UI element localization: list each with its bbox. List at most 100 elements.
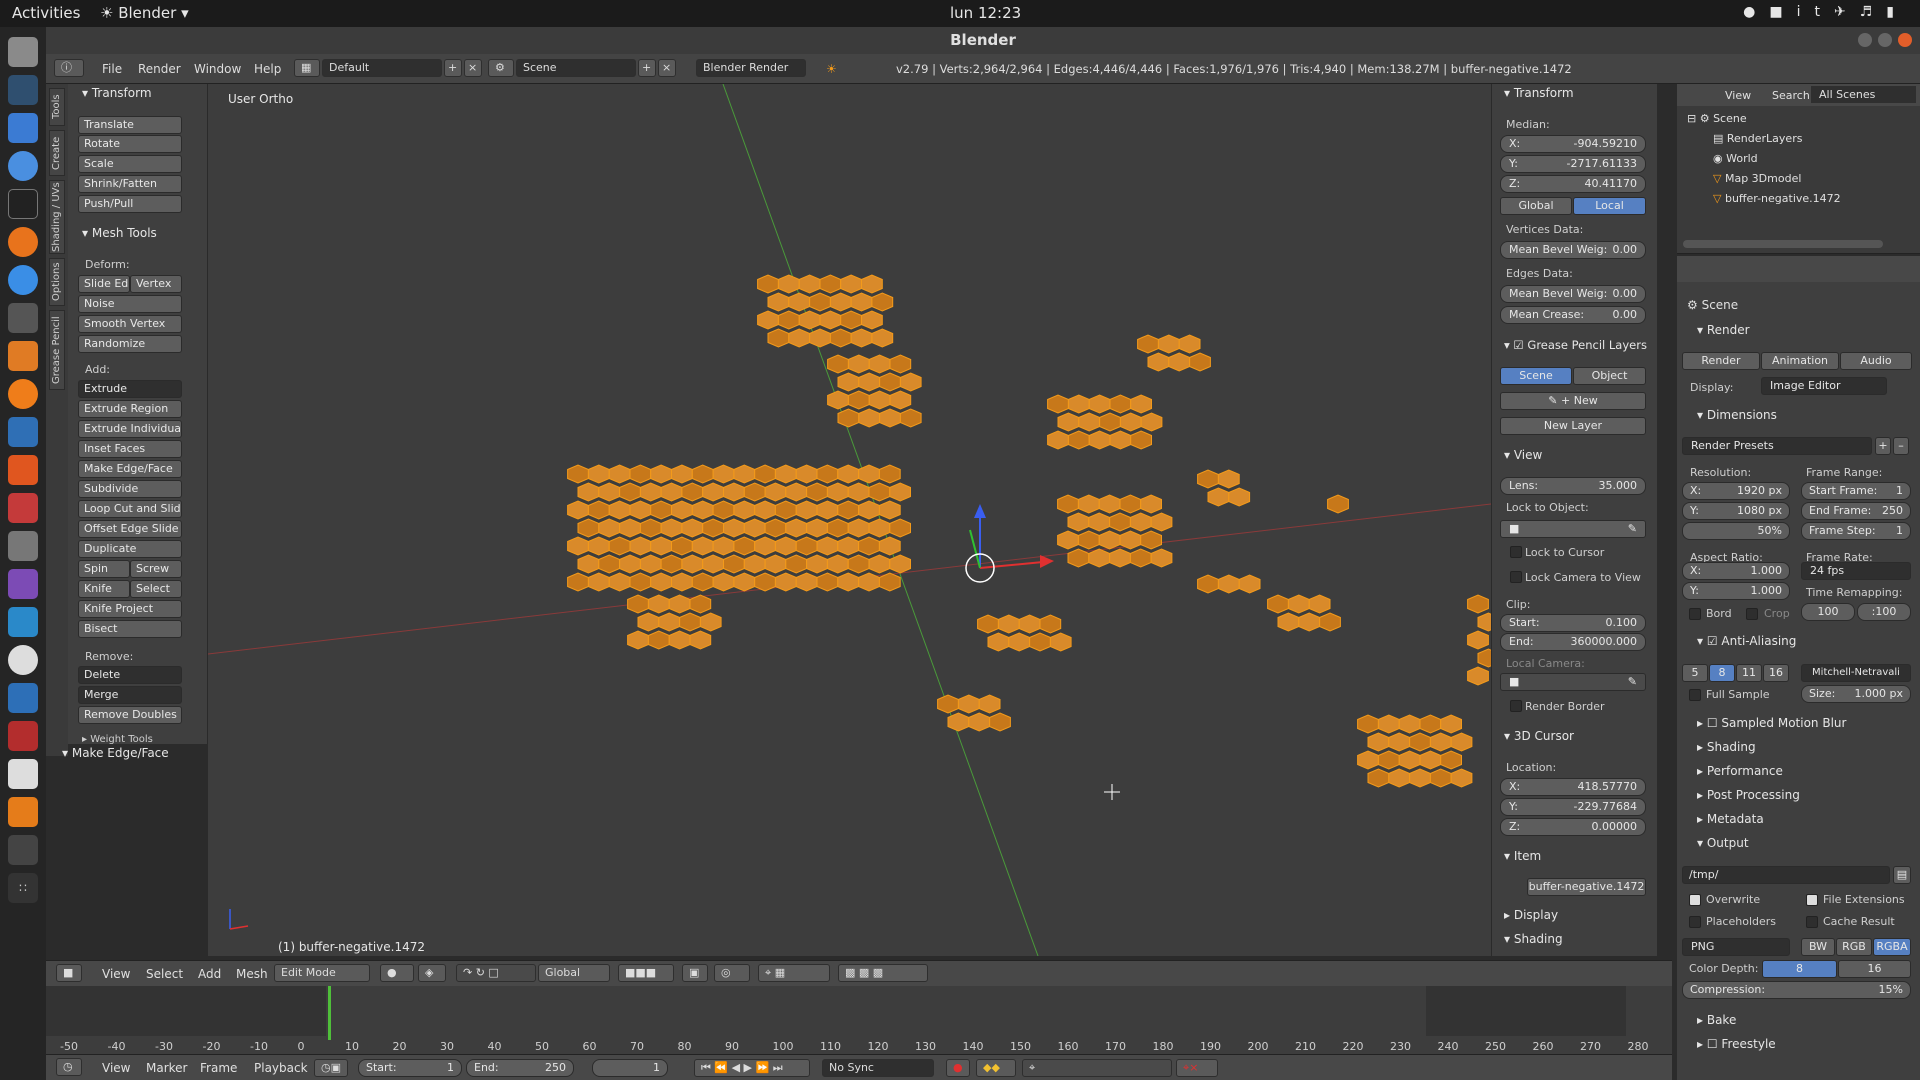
- outliner-item-scene[interactable]: ⊟ ⚙ Scene: [1687, 112, 1747, 125]
- mesh-face[interactable]: [587, 536, 610, 556]
- writer-icon[interactable]: [8, 113, 38, 143]
- median-y-field[interactable]: Y: -2717.61133: [1500, 155, 1646, 173]
- mesh-face[interactable]: [1367, 732, 1390, 752]
- performance-header[interactable]: ▸ Performance: [1697, 764, 1783, 778]
- median-z-field[interactable]: Z: 40.41170: [1500, 175, 1646, 193]
- mesh-face[interactable]: [977, 614, 999, 634]
- mesh-face[interactable]: [1228, 487, 1251, 507]
- mesh-face[interactable]: [1008, 632, 1031, 652]
- view-editor-type-icon[interactable]: ■: [56, 964, 82, 982]
- outliner-filter-select[interactable]: All Scenes: [1811, 86, 1916, 103]
- mesh-face[interactable]: [1129, 548, 1152, 568]
- knife-project-button[interactable]: Knife Project: [78, 600, 182, 618]
- mesh-face[interactable]: [837, 408, 860, 428]
- mean-crease-field[interactable]: Mean Crease: 0.00: [1500, 306, 1646, 324]
- mesh-face[interactable]: [809, 328, 831, 348]
- mesh-face[interactable]: [785, 518, 808, 538]
- scene-icon[interactable]: ⚙: [488, 59, 514, 77]
- mesh-face[interactable]: [1077, 530, 1100, 550]
- dimensions-panel-header[interactable]: ▾ Dimensions: [1697, 408, 1777, 422]
- mesh-face[interactable]: [798, 310, 821, 330]
- mesh-face[interactable]: [647, 630, 670, 650]
- apps-grid-icon[interactable]: ∷: [8, 873, 38, 903]
- mesh-face[interactable]: [627, 630, 649, 650]
- mesh-face[interactable]: [764, 482, 787, 502]
- tab-shading-uvs[interactable]: Shading / UVs: [49, 180, 65, 254]
- mesh-face[interactable]: [819, 274, 842, 294]
- mesh-face[interactable]: [1217, 574, 1240, 594]
- full-sample-checkbox[interactable]: [1689, 689, 1701, 701]
- mesh-face[interactable]: [1029, 632, 1051, 652]
- median-x-field[interactable]: X: -904.59210: [1500, 135, 1646, 153]
- mesh-face[interactable]: [639, 554, 662, 574]
- render-presets-select[interactable]: Render Presets: [1682, 437, 1872, 455]
- mesh-face[interactable]: [858, 372, 881, 392]
- slide-edge-button[interactable]: Slide Ed: [78, 275, 130, 293]
- mesh-face[interactable]: [619, 518, 641, 538]
- menu-file[interactable]: File: [102, 62, 122, 76]
- blender-icon[interactable]: [8, 379, 38, 409]
- mesh-face[interactable]: [1357, 750, 1379, 770]
- mesh-face[interactable]: [1088, 430, 1111, 450]
- mesh-face[interactable]: [764, 554, 787, 574]
- mesh-face[interactable]: [1440, 750, 1462, 770]
- frame-step-field[interactable]: Frame Step: 1: [1801, 522, 1911, 540]
- notes-icon[interactable]: [8, 759, 38, 789]
- vertex-slide-button[interactable]: Vertex: [130, 275, 182, 293]
- mesh-face[interactable]: [1067, 394, 1090, 414]
- inset-faces-button[interactable]: Inset Faces: [78, 440, 182, 458]
- mesh-face[interactable]: [899, 408, 922, 428]
- mesh-face[interactable]: [826, 518, 849, 538]
- mesh-face[interactable]: [1119, 412, 1142, 432]
- snap-icons[interactable]: ⌖ ▦: [758, 964, 830, 982]
- inkscape-icon[interactable]: [8, 75, 38, 105]
- timeline[interactable]: [46, 986, 1672, 1054]
- keying-set-field[interactable]: ⌖: [1022, 1059, 1172, 1077]
- res-y-field[interactable]: Y: 1080 px: [1682, 502, 1790, 520]
- mesh-face[interactable]: [816, 536, 839, 556]
- mesh-face[interactable]: [668, 594, 691, 614]
- timeline-playback-menu[interactable]: Playback: [254, 1061, 308, 1075]
- cursor-x-field[interactable]: X: 418.57770: [1500, 778, 1646, 796]
- occlude-icon[interactable]: ▣: [682, 964, 708, 982]
- settings-icon[interactable]: [8, 493, 38, 523]
- tab-create[interactable]: Create: [49, 130, 65, 176]
- last-operator-panel[interactable]: ▾ Make Edge/Face: [62, 746, 169, 760]
- orientation-select[interactable]: Global: [538, 964, 610, 982]
- mesh-face[interactable]: [754, 536, 776, 556]
- virtualbox-icon[interactable]: [8, 683, 38, 713]
- mesh-face[interactable]: [767, 292, 790, 312]
- files-icon[interactable]: [8, 37, 38, 67]
- output-path-field[interactable]: /tmp/: [1682, 866, 1890, 884]
- mesh-face[interactable]: [1398, 714, 1421, 734]
- mesh-face[interactable]: [1150, 512, 1173, 532]
- mesh-face[interactable]: [889, 482, 911, 502]
- mesh-face[interactable]: [878, 464, 901, 484]
- mesh-face[interactable]: [733, 464, 756, 484]
- mesh-face[interactable]: [629, 572, 652, 592]
- mesh-face[interactable]: [858, 572, 880, 592]
- mesh-face[interactable]: [1367, 768, 1390, 788]
- add-menu[interactable]: Add: [198, 967, 221, 981]
- mesh-face[interactable]: [629, 536, 652, 556]
- outliner-search-menu[interactable]: Search: [1772, 89, 1810, 102]
- mesh-face[interactable]: [1477, 612, 1491, 632]
- mesh-face[interactable]: [1467, 630, 1489, 650]
- mesh-face[interactable]: [837, 536, 860, 556]
- border-checkbox[interactable]: [1689, 608, 1701, 620]
- mesh-face[interactable]: [754, 572, 776, 592]
- res-x-field[interactable]: X: 1920 px: [1682, 482, 1790, 500]
- mesh-face[interactable]: [1119, 530, 1142, 550]
- mesh-face[interactable]: [1157, 334, 1180, 354]
- mesh-face[interactable]: [647, 594, 670, 614]
- mesh-face[interactable]: [691, 572, 714, 592]
- mesh-face[interactable]: [671, 536, 693, 556]
- firefox-icon[interactable]: [8, 227, 38, 257]
- mesh-face[interactable]: [1377, 714, 1400, 734]
- mesh-face[interactable]: [868, 518, 891, 538]
- mesh-face[interactable]: [774, 464, 797, 484]
- mesh-face[interactable]: [577, 518, 600, 538]
- playhead[interactable]: [328, 986, 331, 1040]
- tab-options[interactable]: Options: [49, 258, 65, 306]
- mesh-face[interactable]: [712, 572, 735, 592]
